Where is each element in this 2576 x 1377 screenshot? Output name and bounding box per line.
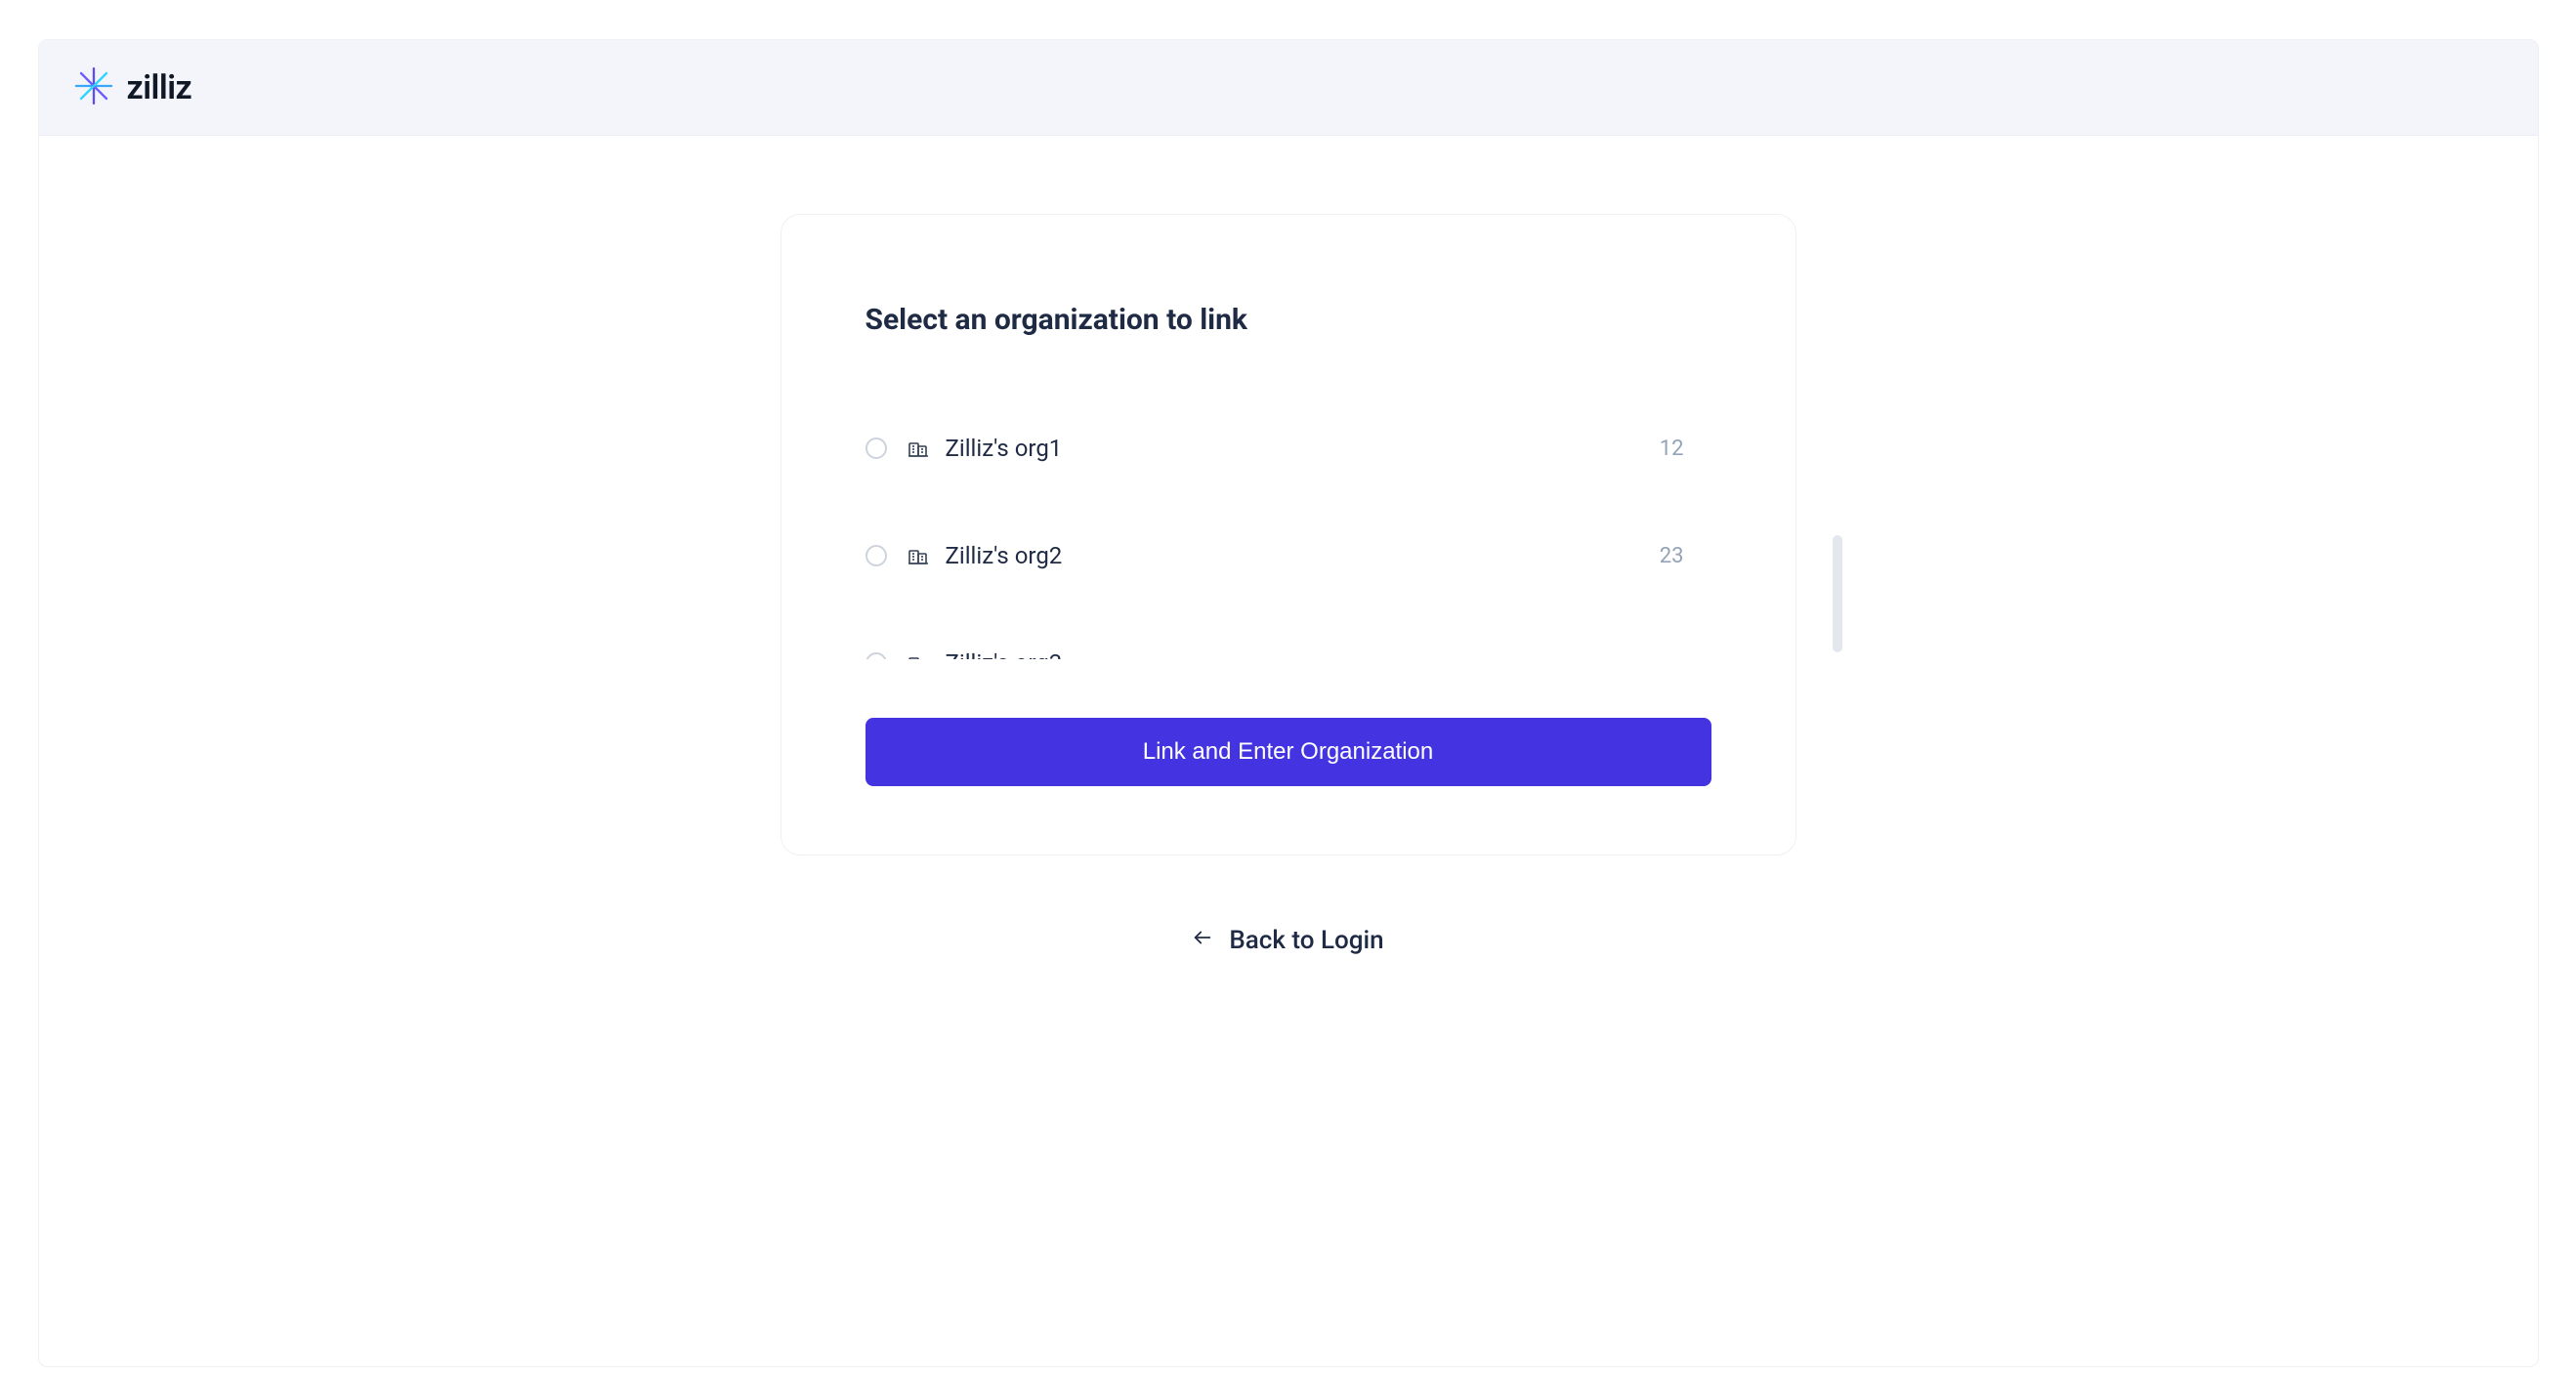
organization-name: Zilliz's org1 xyxy=(946,435,1660,462)
organization-count: 23 xyxy=(1660,544,1684,568)
organization-name: Zilliz's org3 xyxy=(946,649,1684,659)
arrow-left-icon xyxy=(1192,926,1213,955)
building-icon xyxy=(907,437,930,460)
back-to-login-label: Back to Login xyxy=(1229,926,1383,955)
back-to-login-link[interactable]: Back to Login xyxy=(1192,926,1383,955)
brand: zilliz xyxy=(74,66,192,109)
organization-option[interactable]: Zilliz's org1 12 xyxy=(866,425,1692,472)
radio-icon[interactable] xyxy=(866,438,887,459)
building-icon xyxy=(907,651,930,659)
link-and-enter-button[interactable]: Link and Enter Organization xyxy=(866,718,1711,786)
building-icon xyxy=(907,544,930,567)
topbar: zilliz xyxy=(39,40,2538,136)
organization-count: 12 xyxy=(1660,437,1684,461)
organization-option[interactable]: Zilliz's org2 23 xyxy=(866,532,1692,579)
select-org-card: Select an organization to link xyxy=(781,214,1796,855)
app-window: zilliz Select an organization to link xyxy=(38,39,2539,1367)
card-title: Select an organization to link xyxy=(866,303,1711,337)
scrollbar-thumb[interactable] xyxy=(1833,535,1842,652)
organization-list[interactable]: Zilliz's org1 12 xyxy=(866,425,1711,659)
radio-icon[interactable] xyxy=(866,545,887,566)
organization-option[interactable]: Zilliz's org3 xyxy=(866,640,1692,659)
content-area: Select an organization to link xyxy=(39,136,2538,1014)
zilliz-logo-icon xyxy=(74,66,113,109)
brand-name: zilliz xyxy=(127,68,192,107)
organization-name: Zilliz's org2 xyxy=(946,542,1660,569)
radio-icon[interactable] xyxy=(866,652,887,659)
